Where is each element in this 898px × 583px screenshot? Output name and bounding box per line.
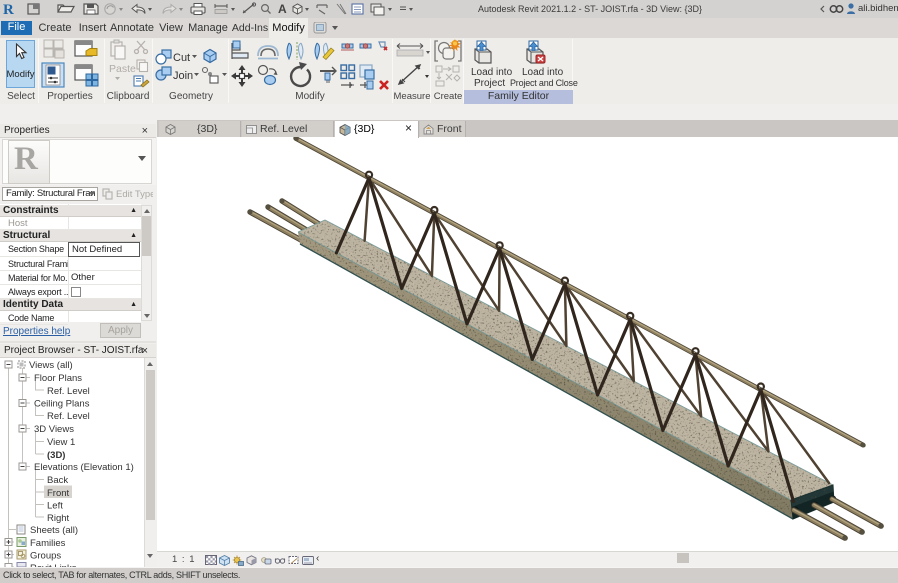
svg-text:Groups: Groups: [30, 550, 61, 561]
svg-text:Ref. Level: Ref. Level: [47, 386, 90, 397]
svg-text:A: A: [278, 2, 287, 16]
svg-text:Project and Close: Project and Close: [510, 78, 578, 88]
svg-text:Ref. Level: Ref. Level: [47, 411, 90, 422]
svg-text:Sheets (all): Sheets (all): [30, 525, 78, 536]
svg-text:Right: Right: [47, 513, 70, 524]
svg-text:Views (all): Views (all): [29, 360, 73, 371]
svg-text:Back: Back: [47, 475, 68, 486]
svg-text:View 1: View 1: [47, 437, 75, 448]
svg-text:Join: Join: [173, 70, 193, 82]
svg-text:Elevations (Elevation 1): Elevations (Elevation 1): [34, 462, 134, 473]
svg-text:Left: Left: [47, 500, 63, 511]
svg-text:Ceiling Plans: Ceiling Plans: [34, 399, 90, 410]
svg-text:Families: Families: [30, 538, 66, 549]
svg-text:(3D): (3D): [47, 450, 65, 461]
svg-text:3D Views: 3D Views: [34, 424, 74, 435]
svg-text:Cut: Cut: [173, 52, 190, 64]
svg-text:R: R: [3, 2, 14, 18]
svg-text:Load into: Load into: [522, 67, 564, 78]
svg-text:Floor Plans: Floor Plans: [34, 373, 82, 384]
svg-text:Project: Project: [474, 78, 505, 89]
svg-text:Front: Front: [47, 488, 70, 499]
svg-text:Load into: Load into: [471, 67, 513, 78]
svg-text:Paste: Paste: [109, 63, 136, 75]
